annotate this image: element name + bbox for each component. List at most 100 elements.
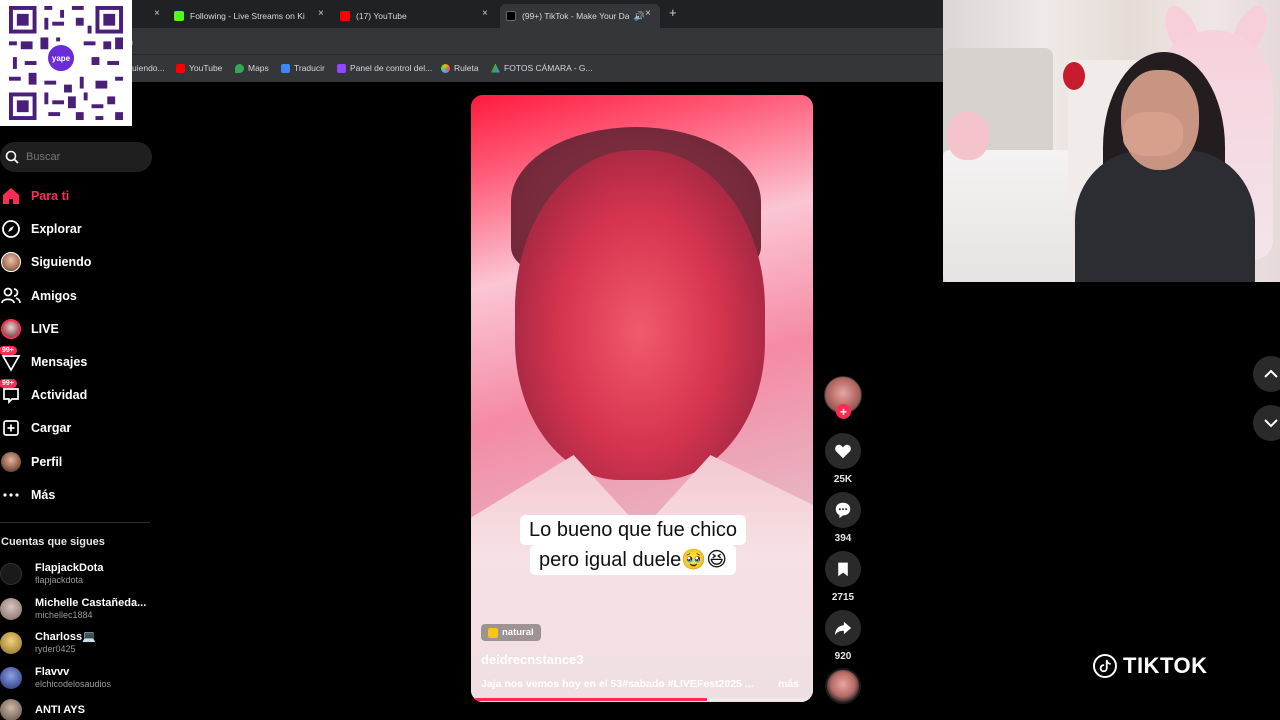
bookmark-youtube[interactable]: YouTube <box>176 63 222 73</box>
nav-label: LIVE <box>31 322 59 336</box>
following-account[interactable]: ANTI AYS <box>0 695 85 720</box>
kick-icon <box>174 11 184 21</box>
compass-icon <box>0 218 22 240</box>
nav-label: Siguiendo <box>31 255 92 269</box>
effect-tag[interactable]: natural <box>481 624 541 641</box>
bookmark-fotos[interactable]: FOTOS CÁMARA - G... <box>491 63 593 73</box>
nav-perfil[interactable]: Perfil <box>0 450 62 474</box>
follow-button[interactable]: + <box>836 404 851 419</box>
bookmark-label: Maps <box>248 63 269 73</box>
maps-icon <box>235 63 244 73</box>
nav-mas[interactable]: Más <box>0 483 55 507</box>
sidebar-divider <box>0 522 150 523</box>
bookmark-twitch-panel[interactable]: Panel de control del... <box>337 63 432 73</box>
video-caption: Lo bueno que fue chico pero igual duele🥹… <box>504 515 762 575</box>
tab-close-icon[interactable]: × <box>318 8 324 19</box>
account-handle: elchicodelosaudios <box>35 679 112 689</box>
nav-label: Cargar <box>31 421 72 435</box>
save-count: 2715 <box>831 592 855 603</box>
webcam-person-hand <box>1123 112 1183 156</box>
following-heading: Cuentas que sigues <box>1 536 105 548</box>
video-player[interactable]: Lo bueno que fue chico pero igual duele🥹… <box>471 95 813 702</box>
like-count: 25K <box>833 474 853 485</box>
friends-icon <box>0 285 22 307</box>
nav-explorar[interactable]: Explorar <box>0 217 82 241</box>
upload-icon <box>0 417 22 439</box>
comment-button[interactable] <box>825 492 861 528</box>
nav-amigos[interactable]: Amigos <box>0 284 77 308</box>
webcam-plush <box>947 112 989 160</box>
account-name: FlapjackDota <box>35 562 104 574</box>
music-disc[interactable] <box>825 668 861 704</box>
comment-icon <box>835 502 851 519</box>
roulette-icon <box>441 63 450 73</box>
tab-tiktok[interactable]: (99+) TikTok - Make Your Da 🔊 <box>500 4 660 28</box>
bookmark-ruleta[interactable]: Ruleta <box>441 63 479 73</box>
tag-label: natural <box>502 627 534 638</box>
caption-line: pero igual duele🥹😆 <box>529 545 737 575</box>
following-account[interactable]: FlapjackDota flapjackdota <box>0 559 103 589</box>
nav-para-ti[interactable]: Para ti <box>0 184 69 208</box>
new-tab-button[interactable]: + <box>669 5 677 20</box>
bookmark-following[interactable]: uiendo... <box>132 63 165 73</box>
account-handle: ryder0425 <box>35 644 76 654</box>
webcam-feed <box>943 0 1280 282</box>
video-progress-bar[interactable] <box>471 698 813 701</box>
browser-tab-bar: × Following - Live Streams on Ki × (17) … <box>0 0 943 28</box>
yape-logo: yape <box>46 43 76 73</box>
following-account[interactable]: Charloss💻 ryder0425 <box>0 628 96 658</box>
account-name: Charloss💻 <box>35 631 96 643</box>
share-count: 920 <box>834 651 852 662</box>
tab-kick[interactable]: Following - Live Streams on Ki <box>174 4 314 28</box>
share-button[interactable] <box>825 610 861 646</box>
search-bar[interactable] <box>0 142 152 172</box>
nav-actividad[interactable]: 99+ Actividad <box>0 379 87 407</box>
speaker-icon[interactable]: 🔊 <box>633 11 644 22</box>
comment-count: 394 <box>834 533 852 544</box>
nav-mensajes[interactable]: 99+ Mensajes <box>0 346 87 374</box>
live-icon <box>0 318 22 340</box>
like-button[interactable] <box>825 433 861 469</box>
following-account[interactable]: Flavvv elchicodelosaudios <box>0 663 111 693</box>
video-subject-face <box>515 150 765 480</box>
account-name: Michelle Castañeda... <box>35 597 147 609</box>
tab-youtube[interactable]: (17) YouTube <box>340 4 480 28</box>
nav-label: Explorar <box>31 222 82 236</box>
following-account[interactable]: Michelle Castañeda... michellec1884 <box>0 594 146 624</box>
youtube-icon <box>340 11 350 21</box>
bookmark-label: FOTOS CÁMARA - G... <box>504 63 593 73</box>
tiktok-icon <box>506 11 516 21</box>
search-icon <box>5 150 19 164</box>
messages-badge: 99+ <box>0 346 17 355</box>
twitch-icon <box>337 63 346 73</box>
more-button[interactable]: más <box>778 678 799 690</box>
search-input[interactable] <box>26 151 136 163</box>
video-author[interactable]: deidrecnstance3 <box>481 652 584 667</box>
tab-title: Following - Live Streams on Ki <box>190 11 305 21</box>
previous-video-button[interactable] <box>1253 356 1280 392</box>
avatar <box>0 563 22 585</box>
activity-icon: 99+ <box>0 379 22 406</box>
tab-close-icon[interactable]: × <box>482 8 488 19</box>
home-icon <box>0 185 22 207</box>
more-icon <box>0 484 22 506</box>
address-bar[interactable]: n <box>0 28 943 55</box>
tab-close-icon[interactable]: × <box>154 8 160 19</box>
nav-siguiendo[interactable]: Siguiendo <box>0 250 91 274</box>
profile-icon <box>0 451 22 473</box>
nav-live[interactable]: LIVE <box>0 317 59 341</box>
bookmark-maps[interactable]: Maps <box>235 63 269 73</box>
tiktok-watermark: TIKTOK <box>1093 653 1207 679</box>
next-video-button[interactable] <box>1253 405 1280 441</box>
bookmark-translate[interactable]: Traducir <box>281 63 325 73</box>
messages-icon: 99+ <box>0 346 22 373</box>
tiktok-logo-text: TIKTOK <box>1123 653 1208 678</box>
tab-close-icon[interactable]: × <box>645 8 651 19</box>
avatar <box>0 632 22 654</box>
nav-label: Más <box>31 488 56 502</box>
screen: × Following - Live Streams on Ki × (17) … <box>0 0 1280 720</box>
nav-cargar[interactable]: Cargar <box>0 416 71 440</box>
save-button[interactable] <box>825 551 861 587</box>
share-icon <box>834 621 852 636</box>
nav-label: Perfil <box>31 455 63 469</box>
